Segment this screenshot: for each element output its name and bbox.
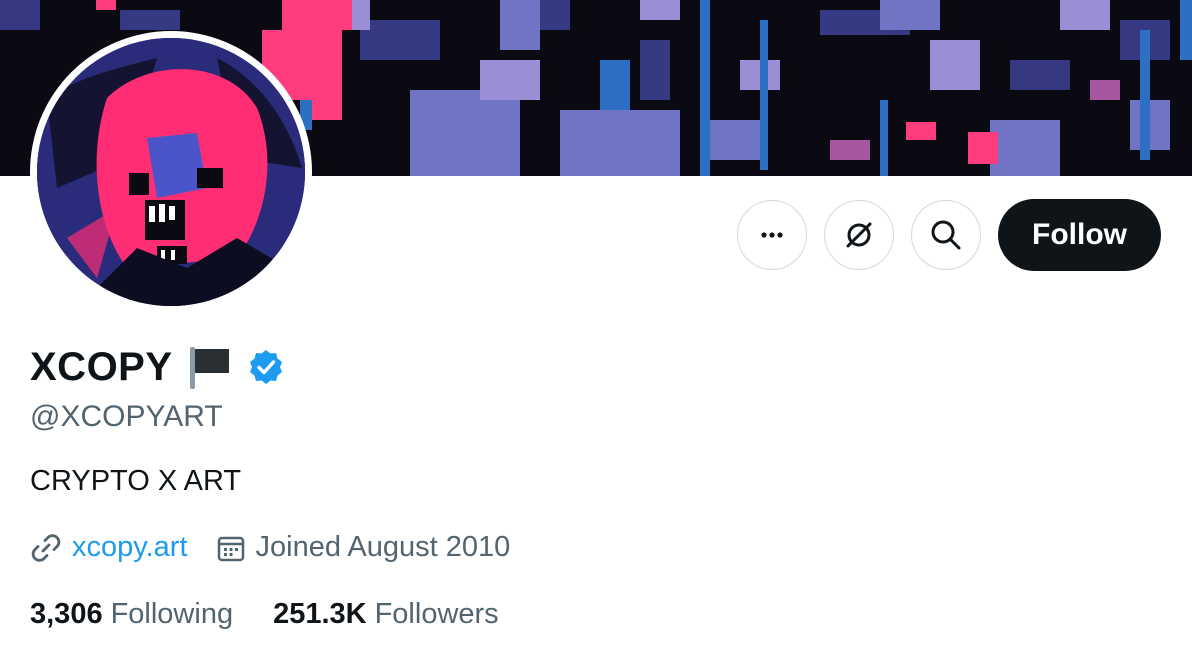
- followers-label: Followers: [374, 598, 499, 630]
- joined-date: Joined August 2010: [255, 531, 511, 563]
- grok-button[interactable]: [824, 200, 895, 270]
- link-icon: [31, 533, 61, 562]
- following-count: 3,306: [30, 598, 103, 630]
- following-stat[interactable]: 3,306 Following: [30, 598, 233, 631]
- calendar-icon: [217, 536, 244, 561]
- search-icon: [931, 220, 961, 250]
- profile-stats: 3,306 Following 251.3K Followers: [30, 598, 539, 631]
- black-flag-icon: [189, 347, 229, 389]
- joined-item: Joined August 2010: [216, 531, 511, 564]
- followers-stat[interactable]: 251.3K Followers: [273, 598, 499, 631]
- display-name: XCOPY: [30, 344, 173, 389]
- more-button[interactable]: [737, 200, 808, 270]
- website-link[interactable]: xcopy.art: [72, 531, 188, 564]
- follow-button[interactable]: Follow: [998, 199, 1161, 271]
- avatar-frame[interactable]: [30, 31, 312, 313]
- profile-actions: Follow: [737, 199, 1161, 271]
- website-item: xcopy.art: [30, 531, 188, 564]
- name-row: XCOPY: [30, 343, 285, 391]
- more-horizontal-icon: [761, 232, 783, 238]
- followers-count: 251.3K: [273, 598, 367, 630]
- profile-bio: CRYPTO X ART: [30, 465, 242, 497]
- grok-icon: [846, 222, 872, 248]
- search-button[interactable]: [911, 200, 982, 270]
- profile-handle: @XCOPYART: [30, 400, 223, 433]
- avatar[interactable]: [37, 38, 305, 306]
- verified-badge-icon[interactable]: [247, 348, 285, 386]
- avatar-art: [37, 38, 305, 306]
- following-label: Following: [110, 598, 234, 630]
- profile-page: Follow XCOPY @XCOPYART CRYPTO X ART xcop…: [0, 0, 1192, 652]
- profile-meta: xcopy.art Joined August 2010: [30, 531, 538, 564]
